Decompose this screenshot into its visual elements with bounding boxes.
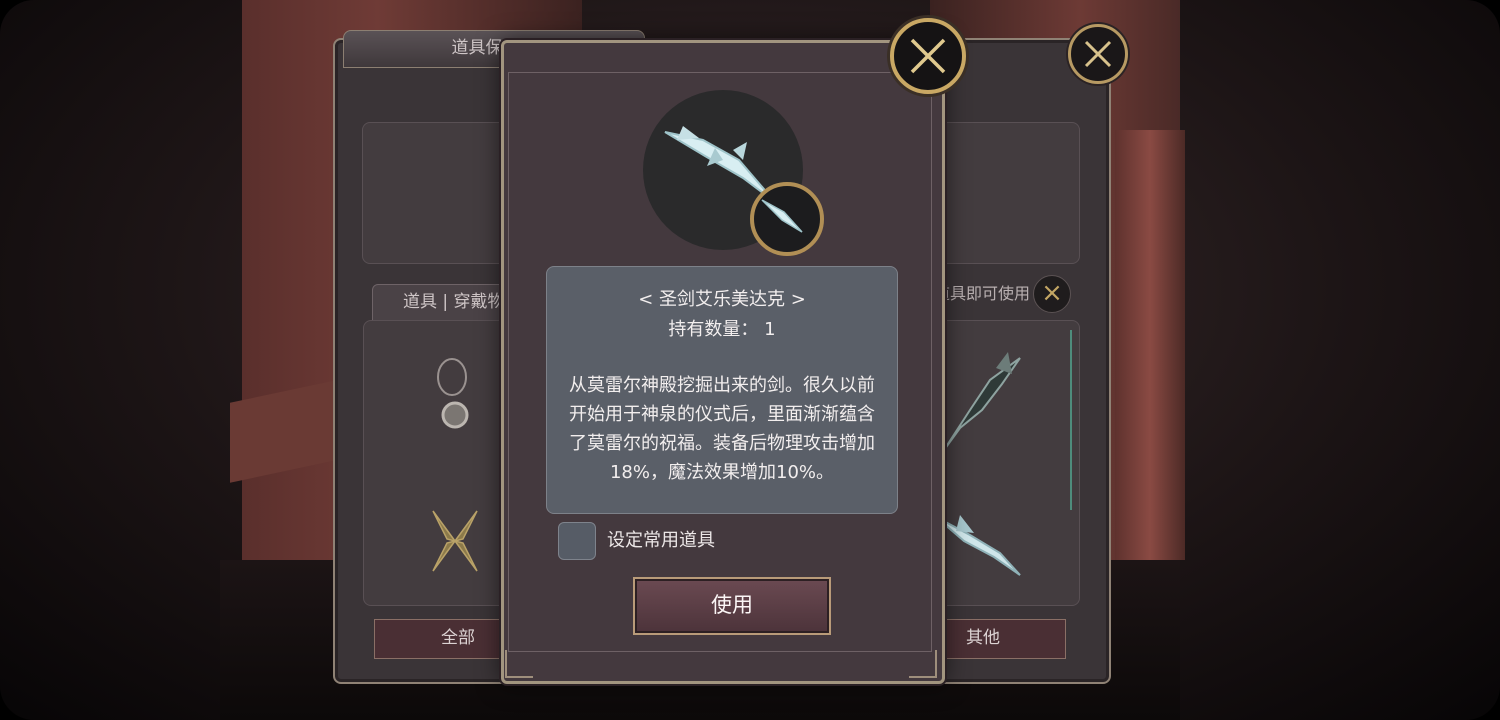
- use-button[interactable]: 使用: [633, 577, 831, 635]
- item-description: 从莫雷尔神殿挖掘出来的剑。很久以前开始用于神泉的仪式后，里面渐渐蕴含了莫雷尔的祝…: [569, 375, 875, 483]
- close-icon: [910, 38, 946, 74]
- item-grade-badge: [750, 182, 824, 256]
- game-screen: 道具保管箱 道具 | 穿戴物品 击道具即可使用 × 全部 其他 < 圣剑艾乐美达…: [0, 0, 1500, 720]
- close-icon: [1084, 40, 1112, 68]
- frame-corner: [505, 650, 533, 678]
- dark-sword-icon[interactable]: [930, 350, 1030, 460]
- item-list-scrollbar[interactable]: [1070, 330, 1072, 510]
- frame-corner: [909, 650, 937, 678]
- item-quantity: 持有数量： 1: [668, 319, 776, 340]
- leaf-charm-icon[interactable]: [425, 505, 485, 577]
- favorite-checkbox[interactable]: [558, 522, 596, 560]
- background-pillar: [1115, 130, 1185, 560]
- holy-sword-thumb-icon[interactable]: [930, 505, 1030, 585]
- detail-close-button[interactable]: [890, 18, 966, 94]
- favorite-label: 设定常用道具: [607, 530, 715, 551]
- storage-close-button[interactable]: [1068, 24, 1128, 84]
- item-name: < 圣剑艾乐美达克 >: [638, 289, 806, 310]
- item-description-panel: < 圣剑艾乐美达克 > 持有数量： 1 从莫雷尔神殿挖掘出来的剑。很久以前开始用…: [546, 266, 898, 514]
- amulet-icon[interactable]: [430, 355, 480, 435]
- hint-close-icon[interactable]: ×: [1033, 275, 1071, 313]
